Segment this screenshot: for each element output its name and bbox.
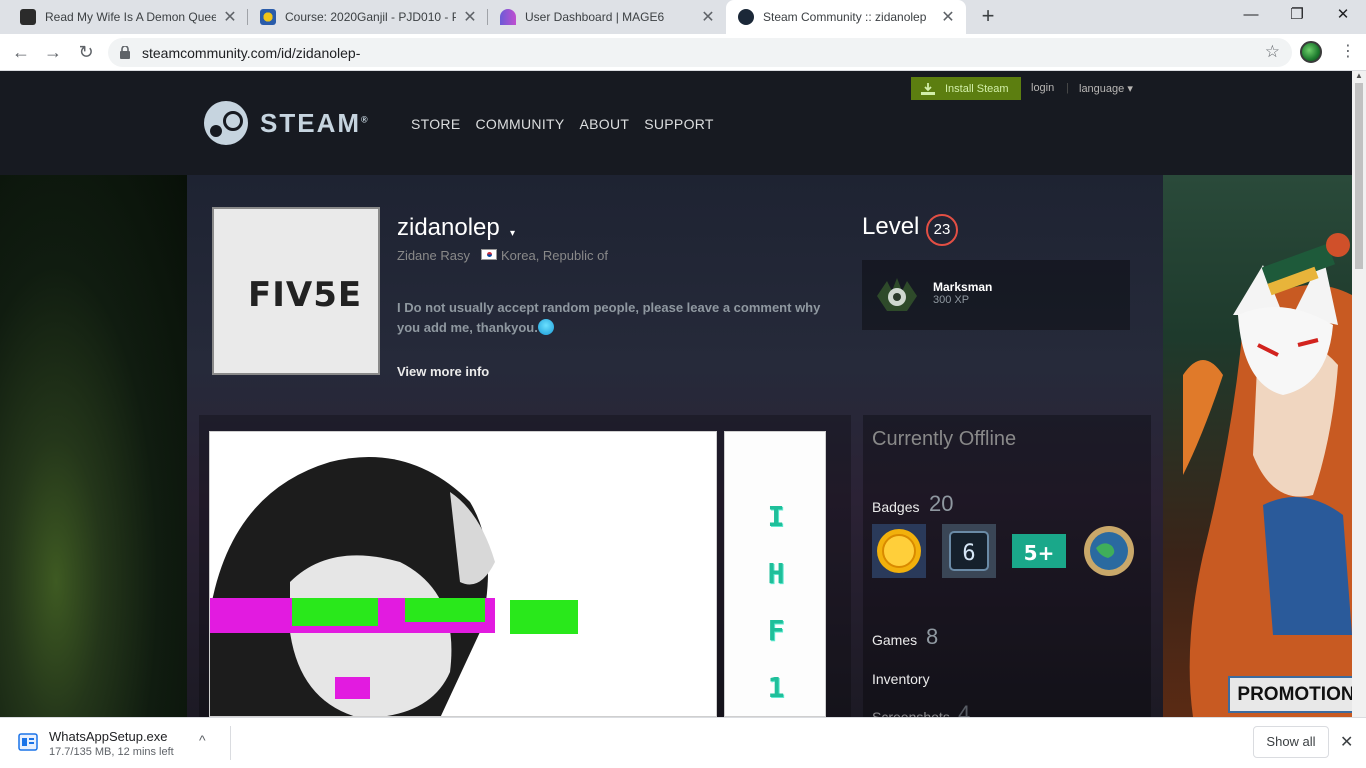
page-scrollbar[interactable]: ▲ [1352,71,1366,717]
download-status: 17.7/135 MB, 12 mins left [49,746,174,758]
tab-title: User Dashboard | MAGE6 [525,10,665,24]
forward-button[interactable]: → [40,39,66,65]
badges-link[interactable]: Badges [872,499,919,515]
nav-store[interactable]: STORE [411,116,460,132]
mage6-logo-icon [500,9,516,25]
level-badge: 23 [926,214,958,246]
chevron-up-icon[interactable]: ^ [199,732,206,748]
promotion-button[interactable]: PROMOTION [1228,676,1364,713]
show-all-downloads-button[interactable]: Show all [1253,726,1329,758]
manga-site-icon [20,9,36,25]
minimize-button[interactable]: — [1228,0,1274,30]
profile-avatar-icon[interactable] [1300,41,1322,63]
glitch-portrait-art [210,432,716,716]
profile-background-left [0,175,187,717]
side-glyph: F [767,614,785,647]
side-glyph: 1 [767,671,785,704]
install-steam-label: Install Steam [945,82,1009,95]
tab-title: Course: 2020Ganjil - PJD010 - PPI [285,10,456,24]
language-dropdown[interactable]: language ▾ [1079,82,1133,95]
svg-text:5+: 5+ [1024,541,1055,565]
smiley-emoticon-icon [537,319,554,335]
restore-button[interactable]: ❐ [1274,0,1320,30]
tab-manga[interactable]: Read My Wife Is A Demon Queen ✕ [8,0,248,34]
svg-text:6: 6 [962,541,975,566]
registered-mark: ® [361,113,370,124]
inventory-link[interactable]: Inventory [872,671,930,687]
url-text[interactable]: steamcommunity.com/id/zidanolep- [142,45,360,61]
nav-about[interactable]: ABOUT [580,116,630,132]
tab-steam[interactable]: Steam Community :: zidanolep ✕ [726,0,966,34]
featured-badge-xp: 300 XP [933,294,970,306]
bookmark-star-icon[interactable]: ☆ [1265,42,1280,62]
download-file-name[interactable]: WhatsAppSetup.exe [49,729,168,744]
badges-count: 20 [929,491,954,516]
browser-toolbar: ← → ↻ steamcommunity.com/id/zidanolep- ☆… [0,34,1366,71]
profile-summary-text: I Do not usually accept random people, p… [397,300,821,335]
download-icon [921,82,935,95]
profile-summary: I Do not usually accept random people, p… [397,298,837,338]
address-bar[interactable]: steamcommunity.com/id/zidanolep- ☆ [108,38,1292,67]
close-icon[interactable]: ✕ [700,7,716,27]
side-glyph: I [767,500,785,533]
scroll-up-icon[interactable]: ▲ [1355,71,1363,80]
menu-kebab-icon[interactable]: ⋮ [1340,41,1356,61]
level-label: Level [862,213,920,240]
country: Korea, Republic of [501,248,608,263]
steam-global-header: STEAM® STORE COMMUNITY ABOUT SUPPORT Ins… [0,71,1352,175]
gold-coin-badge-icon[interactable] [872,524,926,578]
lock-icon[interactable] [120,46,130,59]
close-icon[interactable]: ✕ [940,7,956,27]
new-tab-button[interactable]: + [976,5,1000,29]
tab-strip: Read My Wife Is A Demon Queen ✕ Course: … [0,0,1366,34]
real-name: Zidane Rasy [397,248,470,263]
steam-logo-icon [204,101,248,145]
marksman-badge-icon [877,278,917,311]
tab-mage6[interactable]: User Dashboard | MAGE6 ✕ [488,0,726,34]
close-icon[interactable]: ✕ [462,7,478,27]
games-count: 8 [926,624,939,649]
nav-support[interactable]: SUPPORT [644,116,714,132]
close-window-button[interactable]: ✕ [1320,0,1366,30]
view-more-info-link[interactable]: View more info [397,364,489,379]
header-separator: | [1066,82,1069,94]
side-glyph: H [767,557,785,590]
steam-logo-text: STEAM [260,107,361,138]
back-button[interactable]: ← [8,39,34,65]
download-divider [230,726,231,760]
steam-icon [738,9,754,25]
level-6-badge-icon[interactable]: 6 [942,524,996,578]
moodle-course-icon [260,9,276,25]
persona-dropdown-icon[interactable]: ▾ [510,228,515,239]
login-link[interactable]: login [1031,82,1054,94]
nav-community[interactable]: COMMUNITY [475,116,564,132]
download-shelf: WhatsAppSetup.exe 17.7/135 MB, 12 mins l… [0,717,1366,768]
tab-title: Steam Community :: zidanolep [763,10,927,24]
fox-mask-character-art [1183,233,1352,717]
close-download-bar-icon[interactable]: ✕ [1340,732,1353,752]
games-link[interactable]: Games [872,632,917,648]
world-badge-icon[interactable] [1082,524,1136,578]
tab-course[interactable]: Course: 2020Ganjil - PJD010 - PPI ✕ [248,0,488,34]
reload-button[interactable]: ↻ [73,39,99,65]
featured-badge[interactable]: Marksman 300 XP [862,260,1130,330]
close-icon[interactable]: ✕ [222,7,238,27]
installer-file-icon[interactable] [17,731,39,753]
profile-avatar[interactable]: FIV5E [212,207,380,375]
featured-badge-name: Marksman [933,280,993,294]
5-plus-badge-icon[interactable]: 5+ [1012,524,1066,578]
persona-name: zidanolep [397,214,500,241]
scrollbar-thumb[interactable] [1355,83,1363,269]
showcase-artwork-side[interactable]: I H F 1 [724,431,826,717]
steam-logo[interactable]: STEAM® [204,101,370,145]
profile-background-right [1163,175,1352,717]
tab-title: Read My Wife Is A Demon Queen [45,10,216,24]
showcase-artwork-main[interactable] [209,431,717,717]
global-nav: STORE COMMUNITY ABOUT SUPPORT [411,116,729,132]
install-steam-button[interactable]: Install Steam [911,77,1021,100]
korea-flag-icon [481,249,497,260]
online-status: Currently Offline [872,428,1017,450]
avatar-logo-text: FIV5E [248,275,363,315]
